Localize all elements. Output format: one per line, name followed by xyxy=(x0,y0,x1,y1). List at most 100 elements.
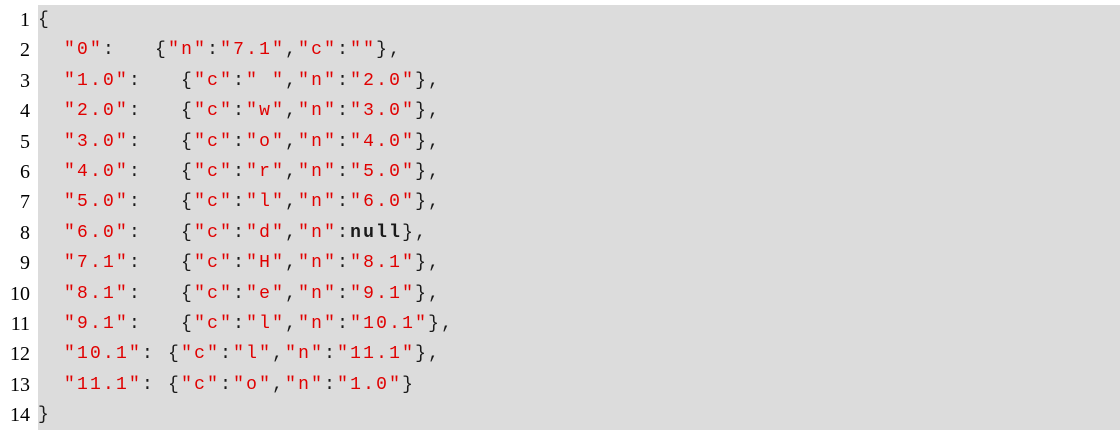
punctuation-token: { xyxy=(181,131,195,152)
punctuation-token: : xyxy=(129,313,182,334)
code-line: 10 "8.1": {"c":"e","n":"9.1"}, xyxy=(0,278,1120,309)
punctuation-token: : xyxy=(233,253,247,274)
string-token: "n" xyxy=(298,192,338,213)
punctuation-token: : xyxy=(103,40,156,61)
code-text: "5.0": {"c":"l","n":"6.0"}, xyxy=(38,187,1120,218)
line-number: 11 xyxy=(10,312,30,335)
punctuation-token: : xyxy=(129,192,182,213)
punctuation-token: : xyxy=(142,374,169,395)
string-token: "n" xyxy=(298,70,338,91)
punctuation-token: : xyxy=(129,253,182,274)
string-token: "5.0" xyxy=(350,161,416,182)
punctuation-token: { xyxy=(155,40,169,61)
string-token: "c" xyxy=(194,161,234,182)
punctuation-token: , xyxy=(285,40,299,61)
string-token: "11.1" xyxy=(64,374,143,395)
code-line: 5 "3.0": {"c":"o","n":"4.0"}, xyxy=(0,126,1120,157)
punctuation-token: : xyxy=(129,101,182,122)
string-token: "n" xyxy=(285,344,325,365)
punctuation-token: : xyxy=(233,222,247,243)
punctuation-token: { xyxy=(181,253,195,274)
punctuation-token: : xyxy=(129,131,182,152)
punctuation-token: , xyxy=(285,253,299,274)
code-line: 7 "5.0": {"c":"l","n":"6.0"}, xyxy=(0,187,1120,218)
punctuation-token: { xyxy=(168,344,182,365)
punctuation-token: }, xyxy=(402,222,429,243)
line-number: 3 xyxy=(20,69,30,92)
string-token: "n" xyxy=(298,161,338,182)
punctuation-token: : xyxy=(233,192,247,213)
code-line: 1{ xyxy=(0,5,1120,36)
punctuation-token: , xyxy=(285,222,299,243)
punctuation-token: : xyxy=(220,344,234,365)
punctuation-token: : xyxy=(233,70,247,91)
string-token: "c" xyxy=(194,283,234,304)
line-number: 2 xyxy=(20,39,30,62)
punctuation-token: }, xyxy=(415,131,442,152)
punctuation-token: : xyxy=(324,374,338,395)
punctuation-token: , xyxy=(285,70,299,91)
string-token: "1.0" xyxy=(337,374,403,395)
punctuation-token: }, xyxy=(415,283,442,304)
punctuation-token: , xyxy=(285,192,299,213)
line-number: 7 xyxy=(20,191,30,214)
code-text: "9.1": {"c":"l","n":"10.1"}, xyxy=(38,308,1120,340)
code-line: 14} xyxy=(0,400,1120,431)
punctuation-token: , xyxy=(285,313,299,334)
string-token: "l" xyxy=(246,313,286,334)
punctuation-token: : xyxy=(233,101,247,122)
punctuation-token: : xyxy=(337,283,351,304)
line-number: 13 xyxy=(10,373,30,396)
punctuation-token: { xyxy=(181,192,195,213)
string-token: "c" xyxy=(181,374,221,395)
string-token: "n" xyxy=(298,222,338,243)
punctuation-token: : xyxy=(129,222,182,243)
string-token: "3.0" xyxy=(350,101,416,122)
punctuation-token: { xyxy=(181,161,195,182)
string-token: "c" xyxy=(194,101,234,122)
string-token: "l" xyxy=(246,192,286,213)
code-line: 12 "10.1": {"c":"l","n":"11.1"}, xyxy=(0,339,1120,370)
punctuation-token: }, xyxy=(415,161,442,182)
string-token: "0" xyxy=(64,40,104,61)
string-token: "c" xyxy=(194,313,234,334)
string-token: "8.1" xyxy=(350,253,416,274)
string-token: "c" xyxy=(194,222,234,243)
string-token: "n" xyxy=(285,374,325,395)
string-token: "c" xyxy=(298,40,338,61)
punctuation-token: { xyxy=(181,70,195,91)
string-token: " " xyxy=(246,70,286,91)
string-token: "w" xyxy=(246,101,286,122)
punctuation-token: , xyxy=(285,283,299,304)
punctuation-token: : xyxy=(337,161,351,182)
punctuation-token: : xyxy=(233,283,247,304)
line-number: 8 xyxy=(20,221,30,244)
string-token: "2.0" xyxy=(350,70,416,91)
punctuation-token: : xyxy=(142,344,169,365)
code-listing: 1{2 "0": {"n":"7.1","c":""}, 3 "1.0": {"c… xyxy=(0,5,1120,431)
string-token: "n" xyxy=(298,283,338,304)
punctuation-token: }, xyxy=(415,192,442,213)
code-text: } xyxy=(38,400,1120,431)
string-token: "l" xyxy=(233,344,273,365)
string-token: "c" xyxy=(194,192,234,213)
punctuation-token: } xyxy=(402,374,416,395)
code-line: 13 "11.1": {"c":"o","n":"1.0"} xyxy=(0,369,1120,401)
string-token: "r" xyxy=(246,161,286,182)
code-text: "4.0": {"c":"r","n":"5.0"}, xyxy=(38,156,1120,188)
punctuation-token: : xyxy=(337,101,351,122)
punctuation-token: { xyxy=(181,313,195,334)
line-number: 12 xyxy=(10,343,30,366)
punctuation-token: : xyxy=(337,192,351,213)
code-line: 6 "4.0": {"c":"r","n":"5.0"}, xyxy=(0,156,1120,188)
punctuation-token: : xyxy=(233,131,247,152)
string-token: "7.1" xyxy=(64,253,130,274)
string-token: "8.1" xyxy=(64,283,130,304)
code-line: 4 "2.0": {"c":"w","n":"3.0"}, xyxy=(0,96,1120,127)
string-token: "4.0" xyxy=(64,161,130,182)
string-token: "o" xyxy=(233,374,273,395)
code-line: 8 "6.0": {"c":"d","n":null}, xyxy=(0,217,1120,249)
